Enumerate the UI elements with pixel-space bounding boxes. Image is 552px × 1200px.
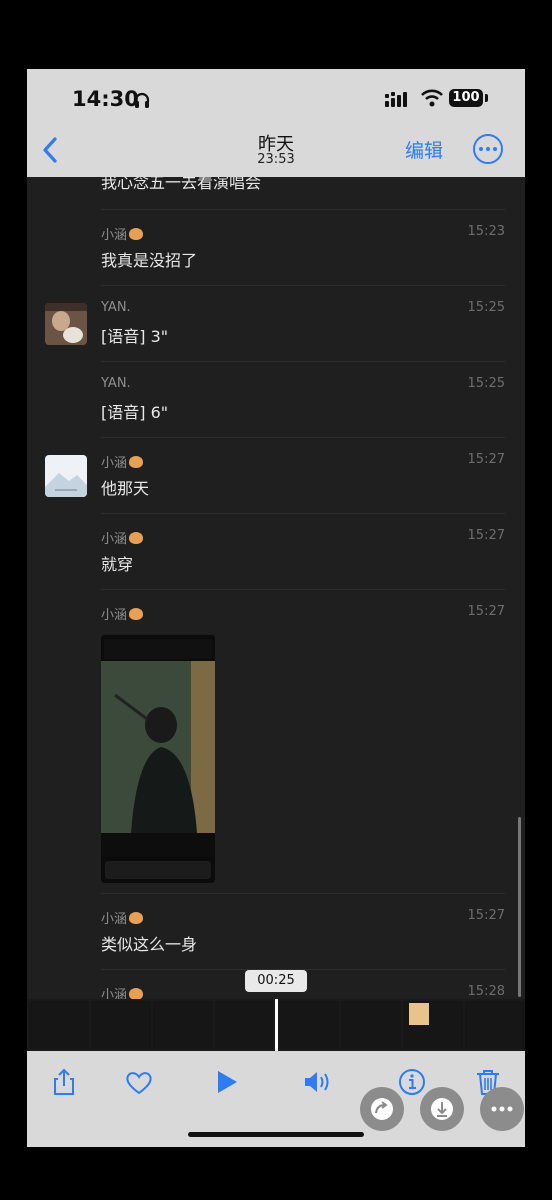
- message-text: 我心念五一去看演唱会: [101, 177, 262, 192]
- scrubber-frame: [215, 1001, 273, 1049]
- edit-button[interactable]: 编辑: [405, 136, 443, 163]
- play-icon[interactable]: [211, 1067, 241, 1097]
- message-text: [语音] 6": [101, 403, 169, 422]
- message-item: 小涵 15:27 他那天: [27, 437, 525, 513]
- phone-screen: 14:30 100 昨天 23:53 编辑 我心念五一去看演唱会 小涵 15:2…: [27, 69, 525, 1147]
- headphones-icon: [134, 92, 150, 108]
- scrubber-frame: [153, 1001, 213, 1049]
- message-item: YAN. 15:25 [语音] 6": [27, 361, 525, 437]
- forward-button[interactable]: [360, 1087, 404, 1131]
- playhead[interactable]: [275, 999, 278, 1051]
- message-sender: 小涵: [101, 528, 144, 547]
- avatar: [45, 455, 87, 497]
- message-text: [语音] 3": [101, 327, 169, 346]
- message-sender: YAN.: [101, 376, 131, 391]
- cookie-emoji-icon: [129, 988, 144, 999]
- message-sender: YAN.: [101, 300, 131, 315]
- message-item: 小涵 15:23 我真是没招了: [27, 209, 525, 285]
- avatar: [45, 303, 87, 345]
- forward-icon: [371, 1098, 393, 1120]
- scrubber-frame: [403, 1001, 463, 1049]
- cookie-emoji-icon: [129, 912, 144, 924]
- message-text: 就穿: [101, 555, 134, 574]
- message-item: 小涵 15:27: [27, 589, 525, 893]
- scrubber-frame: [279, 1001, 339, 1049]
- message-text: 类似这么一身: [101, 935, 198, 954]
- share-icon[interactable]: [49, 1067, 79, 1097]
- image-attachment[interactable]: [101, 635, 215, 883]
- message-sender: 小涵: [101, 452, 144, 471]
- divider: [101, 513, 505, 514]
- divider: [101, 589, 505, 590]
- scrollbar[interactable]: [518, 817, 521, 997]
- wifi-icon: [421, 89, 443, 107]
- scrubber-frame: [29, 1001, 89, 1049]
- download-button[interactable]: [420, 1087, 464, 1131]
- status-time: 14:30: [72, 87, 139, 111]
- message-time: 15:23: [467, 224, 505, 239]
- message-time: 15:25: [467, 300, 505, 315]
- cookie-emoji-icon: [129, 228, 144, 240]
- message-sender: 小涵: [101, 984, 144, 999]
- volume-icon[interactable]: [302, 1067, 332, 1097]
- status-bar: 14:30 100: [27, 69, 525, 127]
- download-icon: [431, 1098, 453, 1120]
- message-time: 15:27: [467, 528, 505, 543]
- message-item: YAN. 15:25 [语音] 3": [27, 285, 525, 361]
- divider: [101, 437, 505, 438]
- video-scrubber[interactable]: [27, 999, 525, 1051]
- scrubber-thumbnail: [409, 1003, 429, 1025]
- cookie-emoji-icon: [129, 532, 144, 544]
- video-time-label: 00:25: [245, 970, 307, 992]
- message-sender: 小涵: [101, 604, 144, 623]
- message-time: 15:27: [467, 908, 505, 923]
- message-time: 15:27: [467, 452, 505, 467]
- message-text: 我真是没招了: [101, 251, 198, 270]
- heart-icon[interactable]: [124, 1067, 154, 1097]
- message-time: 15:28: [467, 984, 505, 999]
- home-indicator: [188, 1132, 364, 1137]
- message-sender: 小涵: [101, 908, 144, 927]
- divider: [101, 893, 505, 894]
- divider: [101, 285, 505, 286]
- nav-bar: 昨天 23:53 编辑: [27, 127, 525, 177]
- message-item: 小涵 15:27 就穿: [27, 513, 525, 589]
- divider: [101, 361, 505, 362]
- message-item: 小涵 15:27 类似这么一身: [27, 893, 525, 969]
- cookie-emoji-icon: [129, 456, 144, 468]
- cookie-emoji-icon: [129, 608, 144, 620]
- message-time: 15:25: [467, 376, 505, 391]
- battery-tip: [485, 94, 488, 102]
- message-time: 15:27: [467, 604, 505, 619]
- chat-screenshot: 我心念五一去看演唱会 小涵 15:23 我真是没招了 YAN. 15:25 [语…: [27, 177, 525, 999]
- ellipsis-icon: [491, 1106, 513, 1112]
- signal-icon: [385, 92, 407, 107]
- scrubber-frame: [91, 1001, 151, 1049]
- message-sender: 小涵: [101, 224, 144, 243]
- message-text: 他那天: [101, 479, 150, 498]
- more-options-button[interactable]: [480, 1087, 524, 1131]
- battery-icon: 100: [449, 89, 483, 107]
- scrubber-frame: [465, 1001, 525, 1049]
- more-icon[interactable]: [473, 134, 503, 164]
- divider: [101, 209, 505, 210]
- scrubber-frame: [341, 1001, 401, 1049]
- nav-title-time: 23:53: [257, 152, 295, 167]
